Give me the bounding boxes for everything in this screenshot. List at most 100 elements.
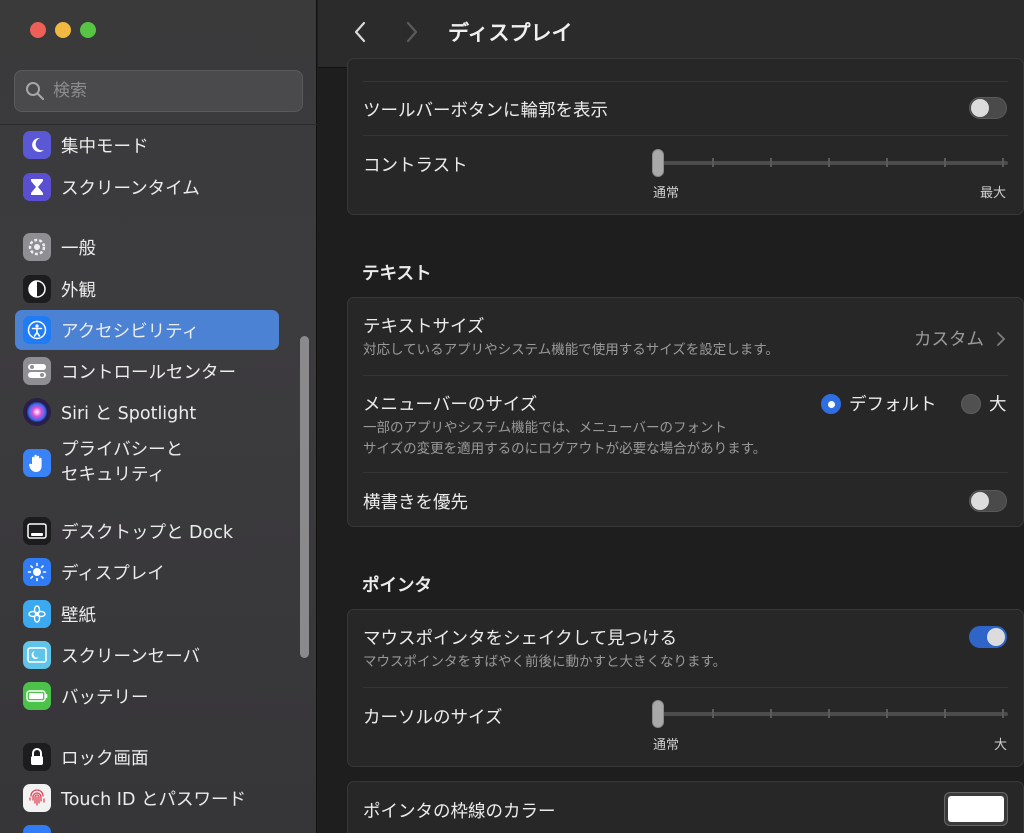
color-swatch [948,796,1004,822]
gear-icon [23,233,51,261]
menubar-size-desc-1: 一部のアプリやシステム機能では、メニューバーのフォント [363,420,727,436]
sidebar-item-wallpaper[interactable]: 壁紙 [15,594,279,634]
slider-tick [828,709,830,718]
fingerprint-icon [23,784,51,812]
pointer-outline-color-row: ポインタの枠線のカラー [363,798,1008,823]
close-button[interactable] [30,22,46,38]
shake-to-locate-toggle[interactable] [969,626,1007,648]
slider-tick [1002,709,1004,718]
chevron-right-icon [406,21,418,43]
chevron-left-icon [354,21,366,43]
toggle-knob [971,99,989,117]
pointer-outline-color-well[interactable] [944,792,1008,826]
chevron-right-icon [997,331,1006,346]
sidebar-item-label: 一般 [61,238,96,259]
users-icon [23,825,51,833]
window-controls [30,22,96,38]
minimize-button[interactable] [55,22,71,38]
menubar-default-radio[interactable]: デフォルト [821,391,937,416]
dock-icon [23,517,51,545]
cursor-size-max-label: 大 [994,738,1008,753]
sidebar-item-partial[interactable] [15,819,279,833]
screensaver-icon [23,641,51,669]
toolbar-outline-label: ツールバーボタンに輪郭を表示 [363,101,608,121]
contrast-slider[interactable] [652,149,1008,179]
search-field[interactable] [14,70,303,112]
sidebar-item-label: デスクトップと Dock [61,522,234,543]
search-input[interactable] [53,81,283,101]
text-size-value-label: カスタム [914,330,984,350]
sun-icon [23,558,51,586]
shake-to-locate-desc: マウスポインタをすばやく前後に動かすと大きくなります。 [363,654,727,670]
sidebar-item-lock-screen[interactable]: ロック画面 [15,737,279,777]
sidebar-scrollbar[interactable] [300,336,309,658]
sidebar-item-battery[interactable]: バッテリー [15,676,279,716]
slider-tick [944,709,946,718]
hand-icon [23,449,51,477]
lock-icon [23,743,51,771]
text-size-value[interactable]: カスタム [914,326,1006,351]
slider-tick [770,158,772,167]
row-separator [363,135,1008,136]
radio-label: 大 [989,395,1007,415]
radio-dot [821,393,841,414]
contrast-max-label: 最大 [980,186,1007,201]
horizontal-text-toggle[interactable] [969,490,1007,512]
sidebar-item-siri[interactable]: Siri と Spotlight [15,392,279,432]
appearance-icon [23,275,51,303]
slider-tick [886,709,888,718]
sidebar-item-control-center[interactable]: コントロールセンター [15,351,279,391]
sidebar-item-privacy[interactable]: プライバシーと セキュリティ [15,432,279,494]
sidebar-item-focus[interactable]: 集中モード [15,125,279,165]
page-title: ディスプレイ [448,21,573,45]
cursor-size-slider[interactable] [652,700,1008,730]
sidebar-item-desktop-dock[interactable]: デスクトップと Dock [15,511,279,551]
slider-thumb[interactable] [652,149,664,177]
zoom-button[interactable] [80,22,96,38]
slider-tick [944,158,946,167]
sidebar-item-label: アクセシビリティ [61,321,200,342]
sidebar-item-general[interactable]: 一般 [15,227,279,267]
sidebar-item-label: ロック画面 [61,748,149,769]
text-group: テキストサイズ 対応しているアプリやシステム機能で使用するサイズを設定します。 … [347,297,1024,527]
sidebar-item-label: バッテリー [61,687,149,708]
radio-label: デフォルト [849,395,937,415]
sidebar-item-label: プライバシーと セキュリティ [61,440,184,485]
text-section-heading: テキスト [362,264,432,284]
slider-track [652,161,1008,165]
toolbar-outline-row: ツールバーボタンに輪郭を表示 [363,97,1008,122]
shake-to-locate-row: マウスポインタをシェイクして見つける マウスポインタをすばやく前後に動かすと大き… [363,625,1008,673]
pointer-color-group: ポインタの枠線のカラー [347,781,1024,833]
menubar-large-radio[interactable]: 大 [961,391,1007,416]
slider-tick [712,158,714,167]
hourglass-icon [23,173,51,201]
cursor-size-label: カーソルのサイズ [363,708,503,728]
slider-thumb[interactable] [652,700,664,728]
row-separator [363,687,1008,688]
toolbar-outline-toggle[interactable] [969,97,1007,119]
text-size-desc: 対応しているアプリやシステム機能で使用するサイズを設定します。 [363,342,779,358]
main-pane: ディスプレイ ツールバーボタンに輪郭を表示 コントラスト 通常 最大 テキスト [318,0,1024,833]
contrast-label: コントラスト [363,156,468,176]
battery-icon [23,682,51,710]
cursor-size-min-label: 通常 [653,738,680,753]
sidebar: 集中モード スクリーンタイム 一般 外観 アクセ [0,0,317,833]
row-separator [363,375,1008,376]
forward-button[interactable] [400,18,424,46]
sidebar-item-screensaver[interactable]: スクリーンセーバ [15,635,279,675]
sidebar-item-appearance[interactable]: 外観 [15,269,279,309]
text-size-row[interactable]: テキストサイズ 対応しているアプリやシステム機能で使用するサイズを設定します。 [363,313,1008,361]
pointer-outline-color-label: ポインタの枠線のカラー [363,802,556,822]
back-button[interactable] [348,18,372,46]
sidebar-item-displays[interactable]: ディスプレイ [15,552,279,592]
pointer-group: マウスポインタをシェイクして見つける マウスポインタをすばやく前後に動かすと大き… [347,609,1024,767]
sidebar-item-touch-id[interactable]: Touch ID とパスワード [15,778,279,818]
menubar-size-desc-2: サイズの変更を適用するのにログアウトが必要な場合があります。 [363,441,767,457]
sidebar-item-screen-time[interactable]: スクリーンタイム [15,167,279,207]
shake-to-locate-label: マウスポインタをシェイクして見つける [363,629,678,649]
sidebar-item-label: スクリーンタイム [61,178,200,199]
sidebar-item-accessibility[interactable]: アクセシビリティ [15,310,279,350]
sidebar-list: 集中モード スクリーンタイム 一般 外観 アクセシビリティ コントロールセンター… [0,125,317,833]
search-icon [26,82,45,101]
slider-tick [1002,158,1004,167]
